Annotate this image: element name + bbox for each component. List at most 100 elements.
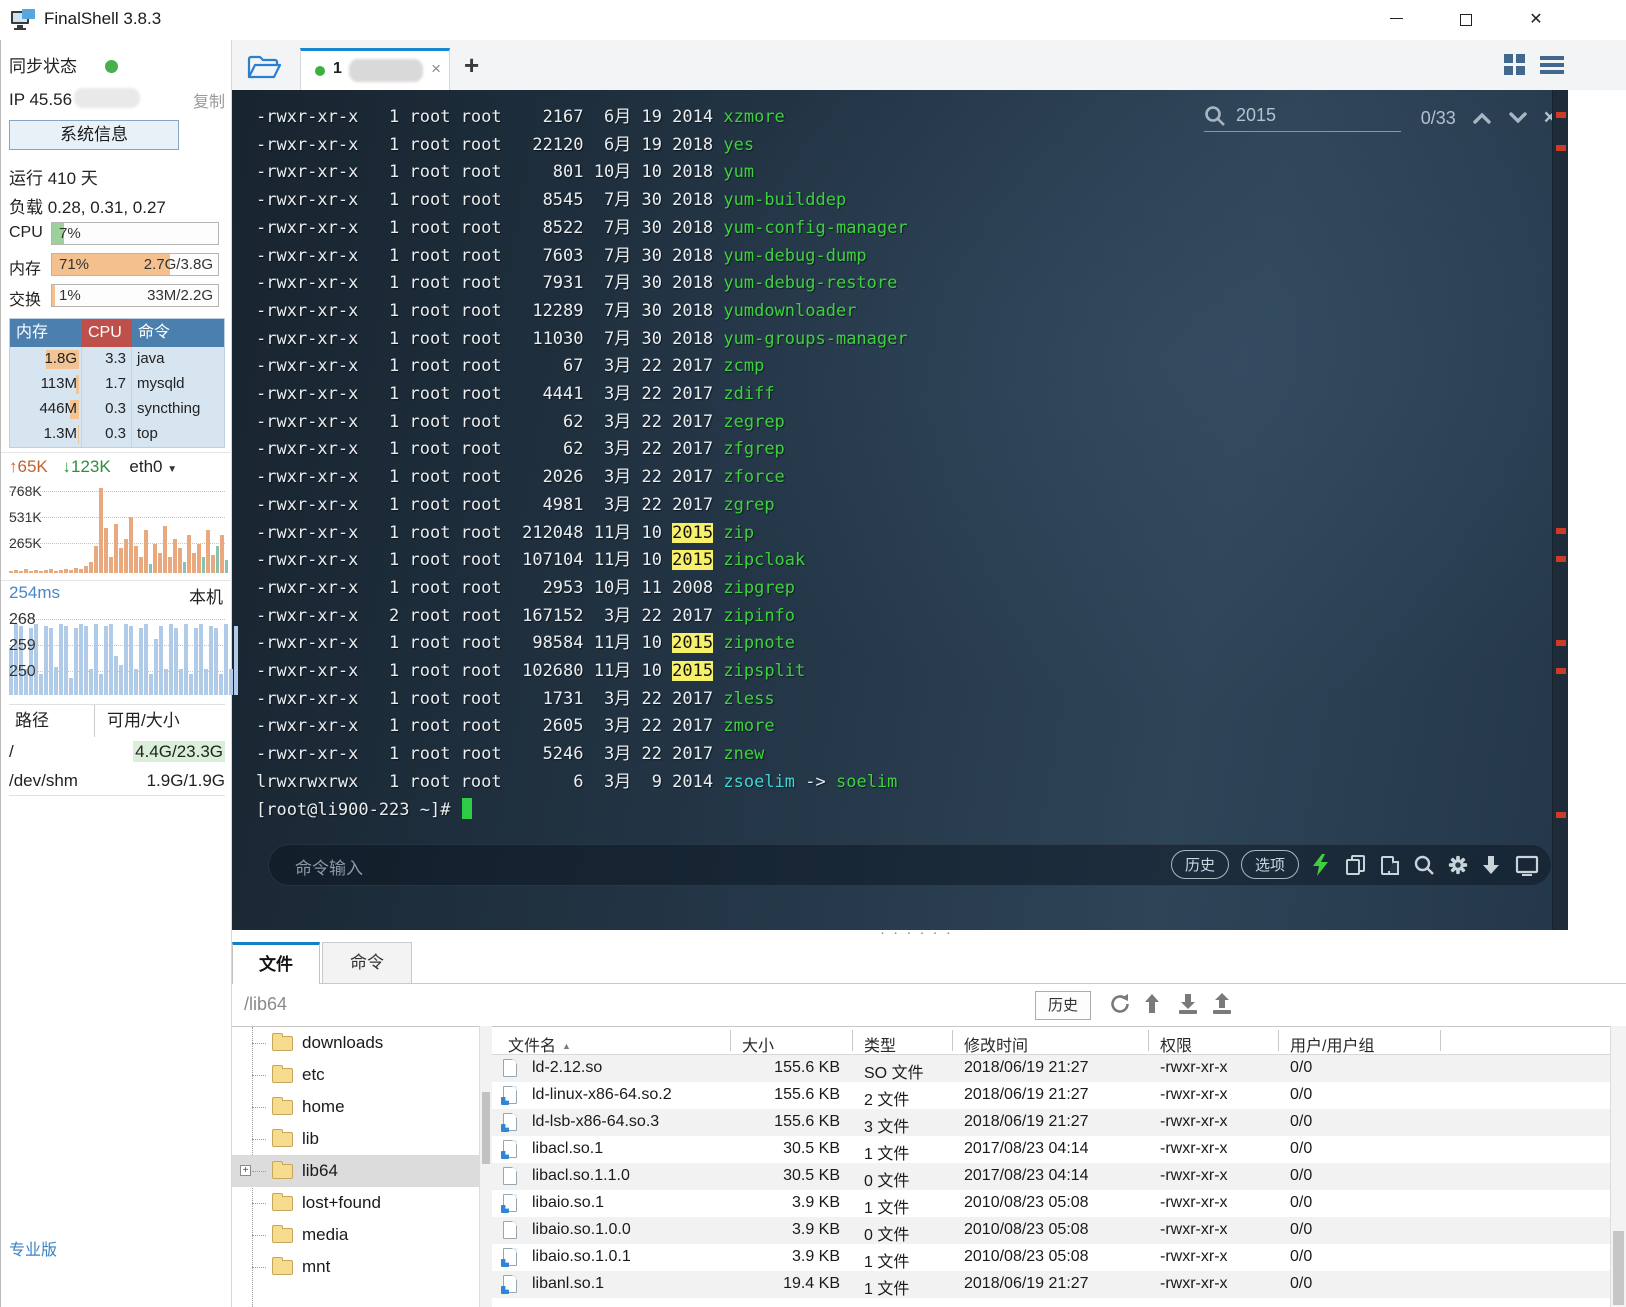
tree-item-lib64[interactable]: + lib64: [232, 1155, 479, 1187]
tree-item-lib[interactable]: lib: [232, 1123, 479, 1155]
uptime-label: 运行 410 天: [9, 164, 98, 189]
upload-icon[interactable]: [1210, 992, 1234, 1016]
open-folder-icon[interactable]: [246, 53, 282, 81]
file-table: 文件名▲ 大小 类型 修改时间 权限 用户/用户组 ld-2.12.so155.…: [492, 1026, 1610, 1307]
sidebar: 同步状态 IP 45.56 复制 系统信息 运行 410 天 负载 0.28, …: [0, 40, 232, 1307]
copy-ip-button[interactable]: 复制: [193, 88, 225, 112]
table-row[interactable]: libaio.so.13.9 KB1 文件2010/08/23 05:08-rw…: [492, 1190, 1610, 1217]
terminal[interactable]: -rwxr-xr-x 1 root root 2167 6月 19 2014 x…: [232, 90, 1568, 930]
folder-icon: [272, 1228, 293, 1243]
symlink-file-icon: [503, 1086, 517, 1104]
parent-directory-icon[interactable]: [1142, 992, 1166, 1016]
tree-item-lost+found[interactable]: lost+found: [232, 1187, 479, 1219]
tab-files[interactable]: 文件: [232, 942, 320, 984]
terminal-search-icon[interactable]: [1413, 854, 1435, 876]
sync-status-dot: [105, 60, 118, 73]
new-tab-button[interactable]: +: [464, 50, 479, 81]
column-perms[interactable]: 权限: [1160, 1032, 1192, 1056]
command-input-bar[interactable]: 命令输入 历史 选项: [268, 844, 1552, 886]
interface-selector[interactable]: eth0: [129, 457, 162, 476]
search-next-icon[interactable]: [1508, 111, 1528, 125]
search-input[interactable]: 2015: [1204, 105, 1401, 132]
quick-command-icon[interactable]: [1311, 854, 1333, 876]
process-row[interactable]: 446M0.3syncthing: [10, 397, 224, 422]
close-button[interactable]: ✕: [1514, 6, 1558, 34]
list-menu-icon[interactable]: [1540, 54, 1564, 76]
table-row[interactable]: ld-2.12.so155.6 KBSO 文件2018/06/19 21:27-…: [492, 1055, 1610, 1082]
swap-meter-fill: [52, 285, 55, 306]
file-icon: [503, 1167, 517, 1185]
tab-close-icon[interactable]: ×: [431, 59, 441, 79]
table-row[interactable]: libanl.so.119.4 KB1 文件2018/06/19 21:27-r…: [492, 1271, 1610, 1298]
terminal-scrollbar[interactable]: [1552, 90, 1568, 930]
settings-gear-icon[interactable]: [1447, 854, 1469, 876]
cpu-meter: CPU 7%: [9, 222, 219, 246]
file-table-scrollbar[interactable]: [1610, 1026, 1626, 1307]
copy-icon[interactable]: [1345, 854, 1367, 876]
tree-scrollbar[interactable]: [480, 1026, 492, 1307]
tree-item-label: media: [302, 1225, 348, 1245]
ip-label: IP 45.56: [9, 90, 72, 109]
terminal-tab[interactable]: 1 ×: [300, 48, 450, 90]
grid-layout-icon[interactable]: [1504, 54, 1526, 76]
tree-item-etc[interactable]: etc: [232, 1059, 479, 1091]
ping-host: 本机: [189, 583, 223, 608]
search-prev-icon[interactable]: [1472, 111, 1492, 125]
terminal-line: -rwxr-xr-x 1 root root 7603 7月 30 2018 y…: [256, 243, 908, 271]
tree-item-label: lib64: [302, 1161, 338, 1181]
terminal-line: -rwxr-xr-x 1 root root 12289 7月 30 2018 …: [256, 298, 908, 326]
options-button[interactable]: 选项: [1241, 850, 1299, 879]
tree-item-mnt[interactable]: mnt: [232, 1251, 479, 1283]
table-row[interactable]: libacl.so.1.1.030.5 KB0 文件2017/08/23 04:…: [492, 1163, 1610, 1190]
column-mtime[interactable]: 修改时间: [964, 1032, 1028, 1056]
process-row[interactable]: 1.8G3.3java: [10, 347, 224, 372]
table-row[interactable]: ld-lsb-x86-64.so.3155.6 KB3 文件2018/06/19…: [492, 1109, 1610, 1136]
refresh-icon[interactable]: [1108, 992, 1132, 1016]
terminal-search-bar: 2015 0/33 ×: [1204, 100, 1556, 136]
search-match-counter: 0/33: [1405, 108, 1456, 129]
edition-label: 专业版: [9, 1236, 57, 1260]
load-average-label: 负载 0.28, 0.31, 0.27: [9, 193, 166, 218]
app-logo-icon: [10, 8, 36, 32]
expand-icon[interactable]: +: [240, 1165, 251, 1176]
scroll-down-icon[interactable]: [1481, 854, 1503, 876]
table-row[interactable]: libaio.so.1.0.03.9 KB0 文件2010/08/23 05:0…: [492, 1217, 1610, 1244]
terminal-line: -rwxr-xr-x 1 root root 62 3月 22 2017 zeg…: [256, 409, 908, 437]
disk-table-header: 路径 可用/大小: [9, 705, 225, 737]
file-table-header: 文件名▲ 大小 类型 修改时间 权限 用户/用户组: [492, 1027, 1610, 1055]
minimize-button[interactable]: [1374, 6, 1418, 34]
tree-item-label: mnt: [302, 1257, 330, 1277]
tree-item-home[interactable]: home: [232, 1091, 479, 1123]
splitter-handle-icon[interactable]: · · · · · ·: [880, 924, 953, 941]
paste-icon[interactable]: [1379, 854, 1401, 876]
history-button[interactable]: 历史: [1171, 850, 1229, 879]
terminal-prompt: [root@li900-223 ~]#: [256, 797, 908, 825]
fullscreen-icon[interactable]: [1515, 854, 1537, 876]
table-row[interactable]: libaio.so.1.0.13.9 KB1 文件2010/08/23 05:0…: [492, 1244, 1610, 1271]
disk-row: /dev/shm1.9G/1.9G: [9, 766, 225, 795]
tree-item-media[interactable]: media: [232, 1219, 479, 1251]
tab-commands[interactable]: 命令: [322, 942, 412, 984]
search-icon: [1204, 105, 1226, 127]
process-row[interactable]: 1.3M0.3top: [10, 422, 224, 447]
panel-splitter[interactable]: · · · · · ·: [232, 930, 1626, 942]
process-row[interactable]: 113M1.7mysqld: [10, 372, 224, 397]
file-history-button[interactable]: 历史: [1035, 991, 1091, 1020]
download-icon[interactable]: [1176, 992, 1200, 1016]
column-size[interactable]: 大小: [742, 1032, 774, 1056]
tree-item-downloads[interactable]: downloads: [232, 1027, 479, 1059]
terminal-line: -rwxr-xr-x 1 root root 2605 3月 22 2017 z…: [256, 713, 908, 741]
current-path[interactable]: /lib64: [244, 994, 287, 1015]
system-info-button[interactable]: 系统信息: [9, 120, 179, 150]
column-name[interactable]: 文件名▲: [508, 1032, 571, 1056]
table-row[interactable]: ld-linux-x86-64.so.2155.6 KB2 文件2018/06/…: [492, 1082, 1610, 1109]
column-type[interactable]: 类型: [864, 1032, 896, 1056]
search-match-marker: [1556, 112, 1566, 118]
maximize-button[interactable]: [1444, 6, 1488, 34]
column-owner[interactable]: 用户/用户组: [1290, 1032, 1374, 1056]
tree-item-label: etc: [302, 1065, 325, 1085]
chevron-down-icon[interactable]: ▼: [167, 464, 177, 475]
disk-table: 路径 可用/大小 /4.4G/23.3G/dev/shm1.9G/1.9G: [9, 704, 225, 796]
process-table-header: 内存 CPU 命令: [10, 319, 224, 347]
table-row[interactable]: libacl.so.130.5 KB1 文件2017/08/23 04:14-r…: [492, 1136, 1610, 1163]
